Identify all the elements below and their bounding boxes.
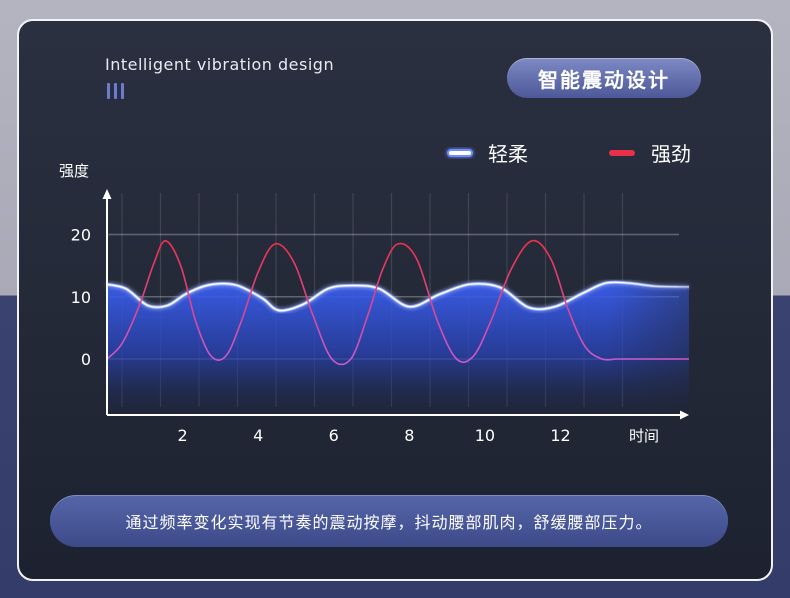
x-axis-title: 时间 [629,427,659,445]
chart-legend: 轻柔 强劲 [447,142,691,166]
y-axis-arrow [102,189,112,199]
y-tick-label: 10 [71,288,91,307]
y-tick-label: 20 [71,226,91,245]
x-tick-label: 12 [550,426,570,445]
legend-label: 强劲 [651,142,691,166]
x-tick-label: 10 [475,426,495,445]
x-tick-label: 4 [253,426,263,445]
y-tick-label: 0 [81,350,91,369]
legend-swatch-gentle-core [449,151,471,155]
legend-swatch-strong [609,150,635,156]
y-axis-title: 强度 [59,162,89,180]
vibration-chart: 0 10 20 2 4 6 8 10 12 强度时间 轻柔 强劲 [59,142,691,445]
description-caption: 通过频率变化实现有节奏的震动按摩，抖动腰部肌肉，舒缓腰部压力。 [50,495,728,547]
feature-card: Intelligent vibration design 智能震动设计 0 10… [17,19,773,581]
legend-label: 轻柔 [488,142,528,166]
x-tick-label: 2 [177,426,187,445]
x-tick-label: 8 [404,426,414,445]
x-tick-label: 6 [329,426,339,445]
